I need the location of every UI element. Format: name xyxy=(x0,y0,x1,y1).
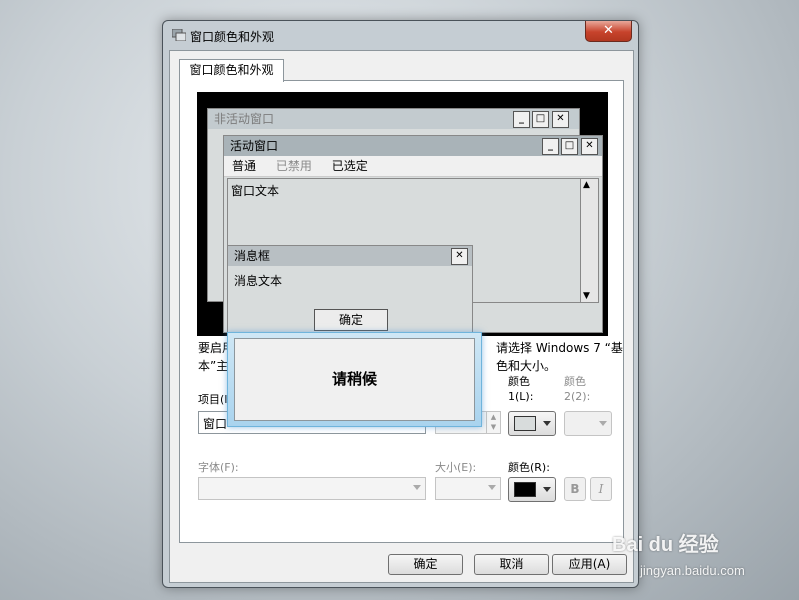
info-text-line1-right: 请选择 Windows 7 “基 xyxy=(496,341,623,355)
font-select[interactable] xyxy=(198,477,426,500)
font-size-select[interactable] xyxy=(435,477,501,500)
color2-picker-button[interactable] xyxy=(564,411,612,436)
color2-label-b: 2(2): xyxy=(564,390,591,403)
font-color-swatch xyxy=(514,482,536,497)
chevron-down-icon xyxy=(543,421,551,426)
message-ok-button[interactable]: 确定 xyxy=(314,309,388,331)
ok-button[interactable]: 确定 xyxy=(388,554,463,575)
dialog-title: 窗口颜色和外观 xyxy=(190,30,275,44)
please-wait-dialog: 请稍候 xyxy=(227,332,482,427)
color1-label-a: 颜色 xyxy=(508,375,530,388)
window-text: 窗口文本 xyxy=(231,184,280,198)
chevron-down-icon xyxy=(543,487,551,492)
watermark-url: jingyan.baidu.com xyxy=(640,563,745,578)
please-wait-text: 请稍候 xyxy=(234,338,475,421)
message-box-preview[interactable]: 消息框 ✕ 消息文本 确定 xyxy=(227,245,473,341)
chevron-down-icon xyxy=(413,485,421,490)
font-color-picker-button[interactable] xyxy=(508,477,556,502)
menu-selected[interactable]: 已选定 xyxy=(332,159,368,173)
info-text-line2-left: 本”主 xyxy=(198,359,229,373)
message-box-title: 消息框 xyxy=(228,246,472,266)
menu-normal[interactable]: 普通 xyxy=(232,159,256,173)
scroll-down-icon[interactable]: ▼ xyxy=(583,291,590,301)
minimize-icon: _ xyxy=(513,111,530,128)
appearance-preview[interactable]: 非活动窗口 _ □ ✕ 活动窗口 _ □ ✕ 普通 已禁用 已选定 窗口文本 ▲… xyxy=(197,92,608,341)
chevron-down-icon xyxy=(599,421,607,426)
font-color-label: 颜色(R): xyxy=(508,461,550,474)
tab-window-color[interactable]: 窗口颜色和外观 xyxy=(179,59,284,82)
apply-button[interactable]: 应用(A) xyxy=(552,554,627,575)
font-label: 字体(F): xyxy=(198,461,239,474)
color1-label-b: 1(L): xyxy=(508,390,534,403)
scroll-up-icon[interactable]: ▲ xyxy=(583,180,590,190)
size-label: 大小(E): xyxy=(435,461,477,474)
message-text: 消息文本 xyxy=(234,274,283,288)
dialog-client: 窗口颜色和外观 非活动窗口 _ □ ✕ 活动窗口 _ □ ✕ 普通 已禁用 已选… xyxy=(169,50,634,583)
close-icon: ✕ xyxy=(552,111,569,128)
item-select-value: 窗口 xyxy=(203,417,228,431)
maximize-icon: □ xyxy=(561,138,578,155)
close-icon: ✕ xyxy=(581,138,598,155)
maximize-icon: □ xyxy=(532,111,549,128)
minimize-icon: _ xyxy=(542,138,559,155)
chevron-down-icon xyxy=(488,485,496,490)
window-color-dialog: 窗口颜色和外观 ✕ 窗口颜色和外观 非活动窗口 _ □ ✕ 活动窗口 _ □ ✕ xyxy=(162,20,639,588)
watermark-brand: Bai du 经验 xyxy=(612,534,719,556)
close-button[interactable]: ✕ xyxy=(585,21,632,42)
spinner-arrows-icon[interactable]: ▲ ▼ xyxy=(486,412,500,433)
italic-button[interactable]: I xyxy=(590,477,612,501)
color1-picker-button[interactable] xyxy=(508,411,556,436)
menu-disabled[interactable]: 已禁用 xyxy=(276,159,312,173)
cancel-button[interactable]: 取消 xyxy=(474,554,549,575)
bold-button[interactable]: B xyxy=(564,477,586,501)
preview-scrollbar[interactable]: ▲ ▼ xyxy=(580,178,599,303)
close-icon: ✕ xyxy=(451,248,468,265)
preview-menubar: 普通 已禁用 已选定 xyxy=(224,156,602,177)
color2-label-a: 颜色 xyxy=(564,375,586,388)
color1-swatch xyxy=(514,416,536,431)
info-text-line2-right: 色和大小。 xyxy=(496,359,557,373)
app-icon xyxy=(172,29,186,41)
title-bar[interactable]: 窗口颜色和外观 ✕ xyxy=(163,21,638,49)
tab-panel: 非活动窗口 _ □ ✕ 活动窗口 _ □ ✕ 普通 已禁用 已选定 窗口文本 ▲… xyxy=(179,80,624,543)
